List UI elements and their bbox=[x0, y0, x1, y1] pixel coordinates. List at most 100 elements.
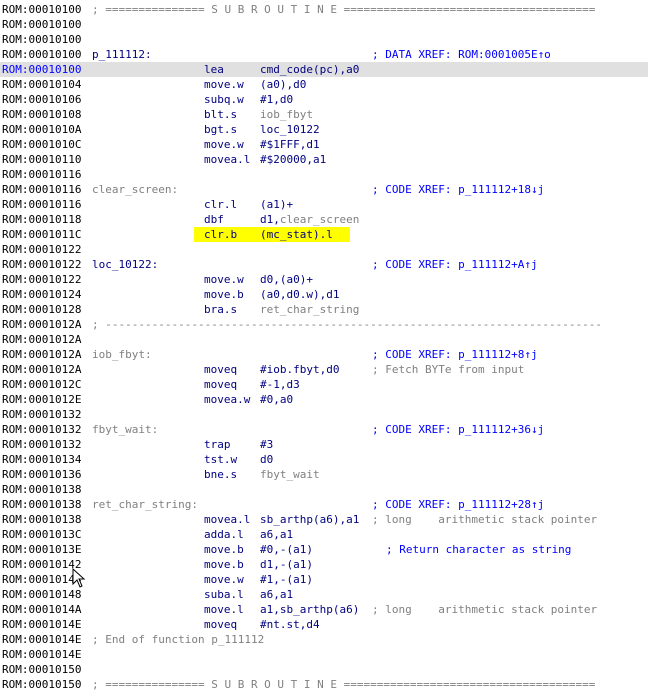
instruction-mnemonic[interactable]: clr.l bbox=[204, 197, 237, 212]
listing-line[interactable]: ROM:00010118 dbf d1,clear_screen bbox=[0, 212, 648, 227]
listing-line[interactable]: ROM:00010116 clr.l (a1)+ bbox=[0, 197, 648, 212]
instruction-operands[interactable]: d1,clear_screen bbox=[260, 212, 359, 227]
line-address[interactable]: ROM:00010138 bbox=[2, 512, 81, 527]
xref-comment[interactable]: ; DATA XREF: ROM:0001005E↑o bbox=[372, 47, 551, 62]
xref-comment[interactable]: ; CODE XREF: p_111112+8↑j bbox=[372, 347, 538, 362]
operand-token[interactable]: #3 bbox=[260, 438, 273, 451]
instruction-mnemonic[interactable]: suba.l bbox=[204, 587, 244, 602]
operand-token[interactable]: d1, bbox=[260, 213, 280, 226]
listing-line[interactable]: ROM:00010100 lea cmd_code(pc),a0 bbox=[0, 62, 648, 77]
listing-line[interactable]: ROM:0001012C moveq #-1,d3 bbox=[0, 377, 648, 392]
instruction-operands[interactable]: #1,d0 bbox=[260, 92, 293, 107]
instruction-operands[interactable]: #0,-(a1) bbox=[260, 542, 313, 557]
instruction-operands[interactable]: #iob.fbyt,d0 bbox=[260, 362, 339, 377]
line-address[interactable]: ROM:00010132 bbox=[2, 437, 81, 452]
line-address[interactable]: ROM:00010108 bbox=[2, 107, 81, 122]
listing-line[interactable]: ROM:00010100 ; =============== S U B R O … bbox=[0, 2, 648, 17]
instruction-mnemonic[interactable]: move.w bbox=[204, 137, 244, 152]
xref-comment[interactable]: ; CODE XREF: p_111112+36↓j bbox=[372, 422, 544, 437]
line-address[interactable]: ROM:00010110 bbox=[2, 152, 81, 167]
instruction-mnemonic[interactable]: move.b bbox=[204, 287, 244, 302]
operand-token[interactable]: (mc_stat).l bbox=[260, 228, 333, 241]
code-label[interactable]: ret_char_string: bbox=[92, 497, 198, 512]
line-address[interactable]: ROM:00010132 bbox=[2, 407, 81, 422]
line-address[interactable]: ROM:0001014A bbox=[2, 602, 81, 617]
operand-token[interactable]: loc_10122 bbox=[260, 123, 320, 136]
instruction-mnemonic[interactable]: movea.l bbox=[204, 152, 250, 167]
listing-line[interactable]: ROM:0001010A bgt.s loc_10122 bbox=[0, 122, 648, 137]
code-label[interactable]: clear_screen: bbox=[92, 182, 178, 197]
line-address[interactable]: ROM:00010100 bbox=[2, 62, 81, 77]
operand-token[interactable]: iob_fbyt bbox=[260, 108, 313, 121]
operand-token[interactable]: a6,a1 bbox=[260, 528, 293, 541]
line-address[interactable]: ROM:0001012A bbox=[2, 362, 81, 377]
listing-line[interactable]: ROM:0001013C adda.l a6,a1 bbox=[0, 527, 648, 542]
line-address[interactable]: ROM:00010136 bbox=[2, 467, 81, 482]
line-address[interactable]: ROM:00010142 bbox=[2, 557, 81, 572]
line-address[interactable]: ROM:00010128 bbox=[2, 302, 81, 317]
listing-line[interactable]: ROM:0001013E move.b #0,-(a1) ; Return chara… bbox=[0, 542, 648, 557]
operand-token[interactable]: #$1FFF,d1 bbox=[260, 138, 320, 151]
operand-token[interactable]: ,a0 bbox=[339, 63, 359, 76]
instruction-mnemonic[interactable]: movea.l bbox=[204, 512, 250, 527]
listing-line[interactable]: ROM:00010108 blt.s iob_fbyt bbox=[0, 107, 648, 122]
line-address[interactable]: ROM:0001014E bbox=[2, 617, 81, 632]
listing-line[interactable]: ROM:0001014E ; End of function p_111112 bbox=[0, 632, 648, 647]
instruction-mnemonic[interactable]: trap bbox=[204, 437, 231, 452]
line-address[interactable]: ROM:00010122 bbox=[2, 242, 81, 257]
line-address[interactable]: ROM:00010148 bbox=[2, 587, 81, 602]
xref-comment[interactable]: ; CODE XREF: p_111112+18↓j bbox=[372, 182, 544, 197]
line-address[interactable]: ROM:00010106 bbox=[2, 92, 81, 107]
listing-line[interactable]: ROM:0001014E bbox=[0, 647, 648, 662]
instruction-operands[interactable]: #$1FFF,d1 bbox=[260, 137, 320, 152]
listing-line[interactable]: ROM:0001012E movea.w #0,a0 bbox=[0, 392, 648, 407]
instruction-operands[interactable]: (a0,d0.w),d1 bbox=[260, 287, 339, 302]
line-address[interactable]: ROM:0001012E bbox=[2, 392, 81, 407]
instruction-mnemonic[interactable]: tst.w bbox=[204, 452, 237, 467]
listing-line[interactable]: ROM:00010124 move.b (a0,d0.w),d1 bbox=[0, 287, 648, 302]
instruction-mnemonic[interactable]: adda.l bbox=[204, 527, 244, 542]
listing-line[interactable]: ROM:00010132 fbyt_wait: ; CODE XREF: p_111… bbox=[0, 422, 648, 437]
instruction-operands[interactable]: a1,sb_arthp(a6) bbox=[260, 602, 359, 617]
operand-token[interactable]: ret_char_string bbox=[260, 303, 359, 316]
xref-comment[interactable]: ; CODE XREF: p_111112+28↑j bbox=[372, 497, 544, 512]
instruction-operands[interactable]: a6,a1 bbox=[260, 587, 293, 602]
operand-token[interactable]: #0,a0 bbox=[260, 393, 293, 406]
line-address[interactable]: ROM:00010144 bbox=[2, 572, 81, 587]
line-address[interactable]: ROM:00010100 bbox=[2, 17, 81, 32]
operand-token[interactable]: d0 bbox=[260, 453, 273, 466]
line-address[interactable]: ROM:0001012A bbox=[2, 332, 81, 347]
instruction-mnemonic[interactable]: move.w bbox=[204, 77, 244, 92]
operand-token[interactable]: fbyt_wait bbox=[260, 468, 320, 481]
operand-token[interactable]: #0,-(a1) bbox=[260, 543, 313, 556]
instruction-operands[interactable]: (a0),d0 bbox=[260, 77, 306, 92]
operand-token[interactable]: clear_screen bbox=[280, 213, 359, 226]
listing-line[interactable]: ROM:00010132 trap #3 bbox=[0, 437, 648, 452]
line-address[interactable]: ROM:00010116 bbox=[2, 197, 81, 212]
listing-line[interactable]: ROM:00010148 suba.l a6,a1 bbox=[0, 587, 648, 602]
instruction-operands[interactable]: #$20000,a1 bbox=[260, 152, 326, 167]
line-address[interactable]: ROM:0001012A bbox=[2, 317, 81, 332]
instruction-mnemonic[interactable]: clr.b bbox=[204, 227, 237, 242]
line-address[interactable]: ROM:00010100 bbox=[2, 32, 81, 47]
operand-token[interactable]: (a1)+ bbox=[260, 198, 293, 211]
instruction-mnemonic[interactable]: move.w bbox=[204, 272, 244, 287]
instruction-operands[interactable]: a6,a1 bbox=[260, 527, 293, 542]
listing-line[interactable]: ROM:00010150 ; =============== S U B R O … bbox=[0, 677, 648, 692]
instruction-operands[interactable]: #nt.st,d4 bbox=[260, 617, 320, 632]
listing-line[interactable]: ROM:00010122 move.w d0,(a0)+ bbox=[0, 272, 648, 287]
listing-line[interactable]: ROM:0001012A iob_fbyt: ; CODE XREF: p_1111… bbox=[0, 347, 648, 362]
instruction-mnemonic[interactable]: moveq bbox=[204, 377, 237, 392]
line-address[interactable]: ROM:00010124 bbox=[2, 287, 81, 302]
instruction-mnemonic[interactable]: move.b bbox=[204, 542, 244, 557]
instruction-operands[interactable]: d0,(a0)+ bbox=[260, 272, 313, 287]
operand-token[interactable]: #$20000,a1 bbox=[260, 153, 326, 166]
instruction-mnemonic[interactable]: bgt.s bbox=[204, 122, 237, 137]
listing-line[interactable]: ROM:0001011C clr.b (mc_stat).l bbox=[0, 227, 648, 242]
instruction-operands[interactable]: (a1)+ bbox=[260, 197, 293, 212]
code-label[interactable]: loc_10122: bbox=[92, 257, 158, 272]
listing-line[interactable]: ROM:00010142 move.b d1,-(a1) bbox=[0, 557, 648, 572]
instruction-mnemonic[interactable]: bra.s bbox=[204, 302, 237, 317]
listing-line[interactable]: ROM:0001014A move.l a1,sb_arthp(a6) ; long … bbox=[0, 602, 648, 617]
instruction-operands[interactable]: loc_10122 bbox=[260, 122, 320, 137]
